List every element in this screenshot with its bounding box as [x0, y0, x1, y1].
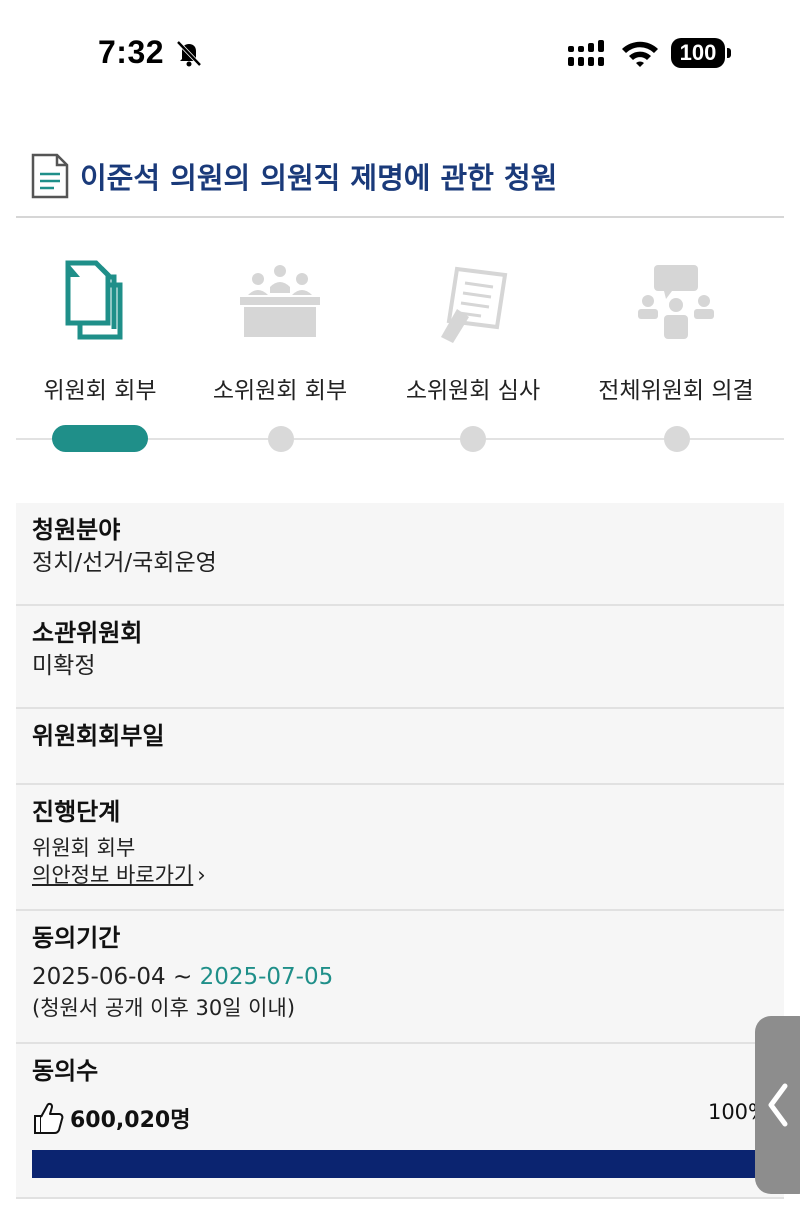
step-label: 소위원회 심사 — [405, 378, 541, 404]
battery-level: 100 — [671, 38, 725, 68]
signal-icon — [568, 40, 604, 66]
agree-progress-fill — [32, 1150, 768, 1178]
period-start: 2025-06-04 — [32, 964, 166, 990]
chevron-left-icon — [768, 1083, 788, 1127]
title-row: 이준석 의원의 의원직 제명에 관한 청원 — [30, 150, 770, 202]
bell-slash-icon — [176, 40, 202, 67]
thumbs-up-icon — [34, 1102, 64, 1134]
field-value: 정치/선거/국회운영 — [32, 550, 217, 576]
step-indicator — [268, 426, 294, 452]
side-panel-handle[interactable] — [755, 1016, 800, 1194]
step-label: 전체위원회 의결 — [598, 378, 754, 404]
agree-progress — [32, 1150, 768, 1178]
document-icon — [31, 153, 69, 199]
committee-label: 소관위원회 — [32, 619, 143, 647]
title-divider — [16, 216, 784, 218]
documents-icon — [65, 260, 123, 340]
step-indicator-active — [52, 425, 148, 452]
step-indicator — [664, 426, 690, 452]
info-row-period: 동의기간 2025-06-04 ~ 2025-07-05 (청원서 공개 이후 … — [16, 911, 784, 1044]
presentation-icon — [638, 265, 714, 339]
period-separator: ~ — [165, 964, 200, 990]
agree-label: 동의수 — [32, 1057, 99, 1085]
committee-value: 미확정 — [32, 653, 96, 679]
bill-info-link[interactable]: 의안정보 바로가기 — [32, 861, 193, 889]
info-row-referral-date: 위원회회부일 — [16, 709, 784, 785]
step-indicator — [460, 426, 486, 452]
info-row-field: 청원분야 정치/선거/국회운영 — [16, 503, 784, 606]
period-label: 동의기간 — [32, 924, 121, 952]
status-time: 7:32 — [98, 34, 165, 70]
info-row-agree: 동의수 600,020명 100% — [16, 1044, 784, 1199]
info-row-committee: 소관위원회 미확정 — [16, 606, 784, 709]
period-note: (청원서 공개 이후 30일 이내) — [32, 996, 296, 1020]
agree-count: 600,020명 — [70, 1108, 191, 1133]
stage-value: 위원회 회부 — [32, 836, 136, 860]
step-label: 소위원회 회부 — [212, 378, 348, 404]
field-label: 청원분야 — [32, 516, 121, 544]
step-label: 위원회 회부 — [43, 378, 157, 404]
period-end: 2025-07-05 — [199, 964, 334, 990]
referral-date-label: 위원회회부일 — [32, 722, 165, 750]
chevron-right-icon: › — [197, 863, 206, 887]
page-title: 이준석 의원의 의원직 제명에 관한 청원 — [80, 161, 558, 195]
info-row-stage: 진행단계 위원회 회부 의안정보 바로가기 › — [16, 785, 784, 911]
petition-info: 청원분야 정치/선거/국회운영 소관위원회 미확정 위원회회부일 진행단계 위원… — [16, 503, 784, 1199]
wifi-icon — [622, 41, 658, 67]
stage-label: 진행단계 — [32, 798, 121, 826]
review-icon — [441, 266, 508, 343]
meeting-icon — [240, 265, 320, 337]
battery-icon: 100 — [671, 38, 731, 68]
status-bar: 7:32 100 — [0, 0, 800, 110]
